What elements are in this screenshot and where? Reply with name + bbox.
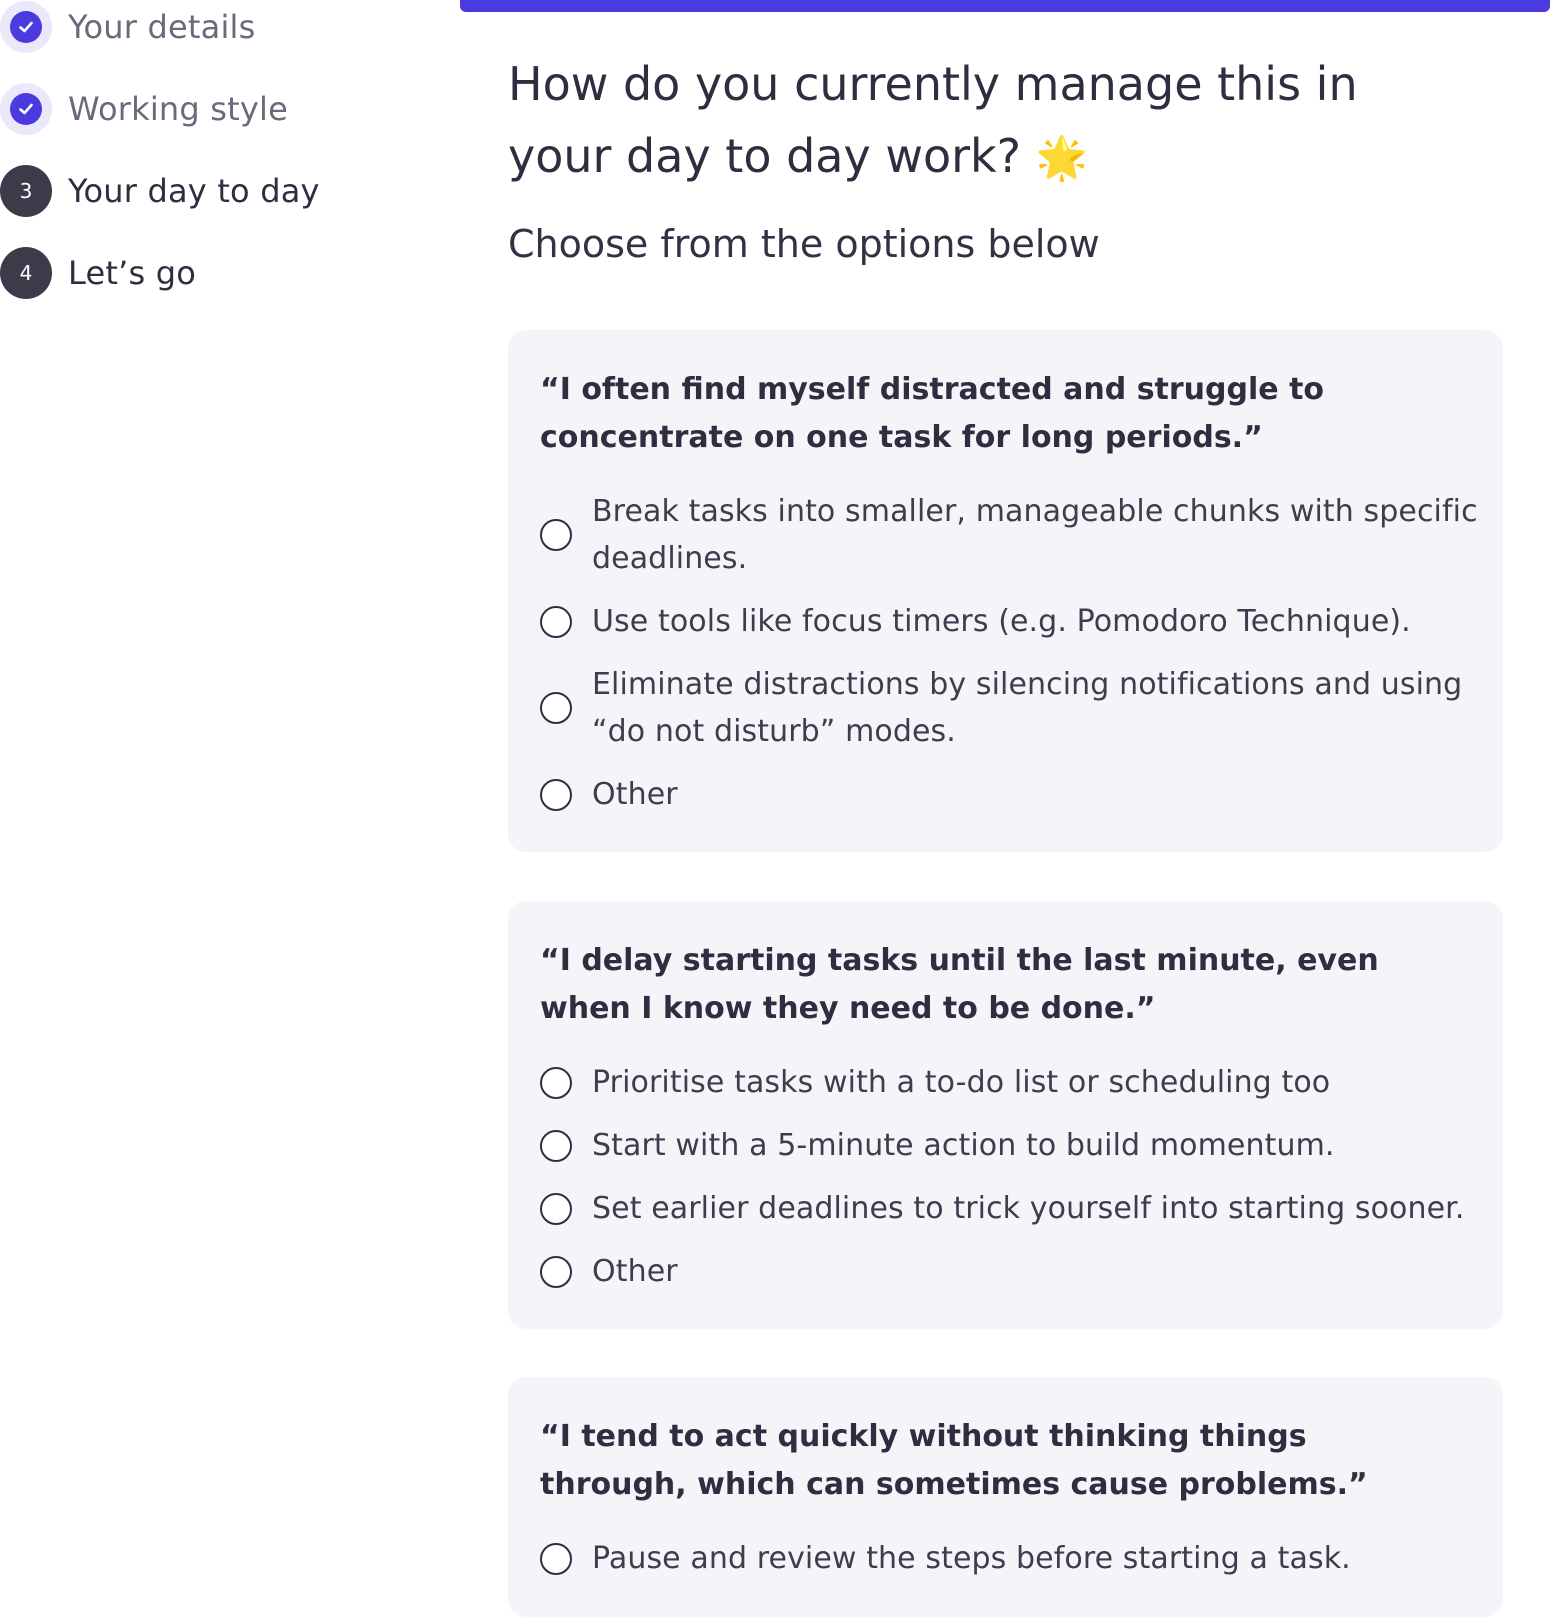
progress-bar <box>460 0 1550 12</box>
radio-option[interactable]: Other <box>540 1248 1487 1295</box>
step-number-badge: 3 <box>0 165 52 217</box>
option-label[interactable]: Eliminate distractions by silencing noti… <box>592 661 1487 755</box>
question-card: “I delay starting tasks until the last m… <box>508 901 1503 1329</box>
radio-button[interactable] <box>540 778 572 811</box>
step-label: Working style <box>68 90 289 128</box>
radio-button[interactable] <box>540 1192 572 1225</box>
page-subtitle: Choose from the options below <box>508 222 1100 266</box>
radio-option[interactable]: Set earlier deadlines to trick yourself … <box>540 1185 1487 1232</box>
radio-button[interactable] <box>540 1129 572 1162</box>
step-label: Your details <box>68 8 256 46</box>
step-working-style[interactable]: Working style <box>0 82 288 136</box>
completed-step-icon <box>0 83 52 135</box>
option-label[interactable]: Set earlier deadlines to trick yourself … <box>592 1185 1465 1232</box>
option-label[interactable]: Start with a 5-minute action to build mo… <box>592 1122 1335 1169</box>
option-label[interactable]: Use tools like focus timers (e.g. Pomodo… <box>592 598 1411 645</box>
step-lets-go[interactable]: 4 Let’s go <box>0 246 196 300</box>
question-card: “I often find myself distracted and stru… <box>508 330 1503 852</box>
checkmark-icon <box>10 93 42 125</box>
radio-option[interactable]: Break tasks into smaller, manageable chu… <box>540 488 1487 582</box>
option-label[interactable]: Pause and review the steps before starti… <box>592 1535 1351 1582</box>
radio-option[interactable]: Eliminate distractions by silencing noti… <box>540 661 1487 755</box>
option-label[interactable]: Prioritise tasks with a to-do list or sc… <box>592 1059 1330 1106</box>
checkmark-icon <box>10 11 42 43</box>
radio-button[interactable] <box>540 1542 572 1575</box>
radio-option[interactable]: Other <box>540 771 1487 818</box>
completed-step-icon <box>0 1 52 53</box>
step-your-day-to-day[interactable]: 3 Your day to day <box>0 164 320 218</box>
page-title-text: How do you currently manage this in your… <box>508 57 1358 183</box>
question-statement: “I often find myself distracted and stru… <box>540 372 1325 455</box>
radio-button[interactable] <box>540 519 572 551</box>
radio-option[interactable]: Prioritise tasks with a to-do list or sc… <box>540 1059 1487 1106</box>
question-card: “I tend to act quickly without thinking … <box>508 1377 1503 1617</box>
radio-option[interactable]: Start with a 5-minute action to build mo… <box>540 1122 1487 1169</box>
star-icon: 🌟 <box>1035 133 1088 182</box>
step-label: Your day to day <box>68 172 320 210</box>
step-your-details[interactable]: Your details <box>0 0 256 54</box>
radio-option[interactable]: Use tools like focus timers (e.g. Pomodo… <box>540 598 1487 645</box>
radio-button[interactable] <box>540 692 572 724</box>
radio-button[interactable] <box>540 1255 572 1288</box>
radio-button[interactable] <box>540 605 572 638</box>
option-label[interactable]: Break tasks into smaller, manageable chu… <box>592 488 1487 582</box>
option-label[interactable]: Other <box>592 771 678 818</box>
question-statement: “I delay starting tasks until the last m… <box>540 943 1379 1026</box>
option-label[interactable]: Other <box>592 1248 678 1295</box>
page-title: How do you currently manage this in your… <box>508 48 1448 194</box>
radio-option[interactable]: Pause and review the steps before starti… <box>540 1535 1487 1582</box>
step-label: Let’s go <box>68 254 197 292</box>
question-statement: “I tend to act quickly without thinking … <box>540 1419 1368 1502</box>
step-number-badge: 4 <box>0 247 52 299</box>
radio-button[interactable] <box>540 1066 572 1099</box>
